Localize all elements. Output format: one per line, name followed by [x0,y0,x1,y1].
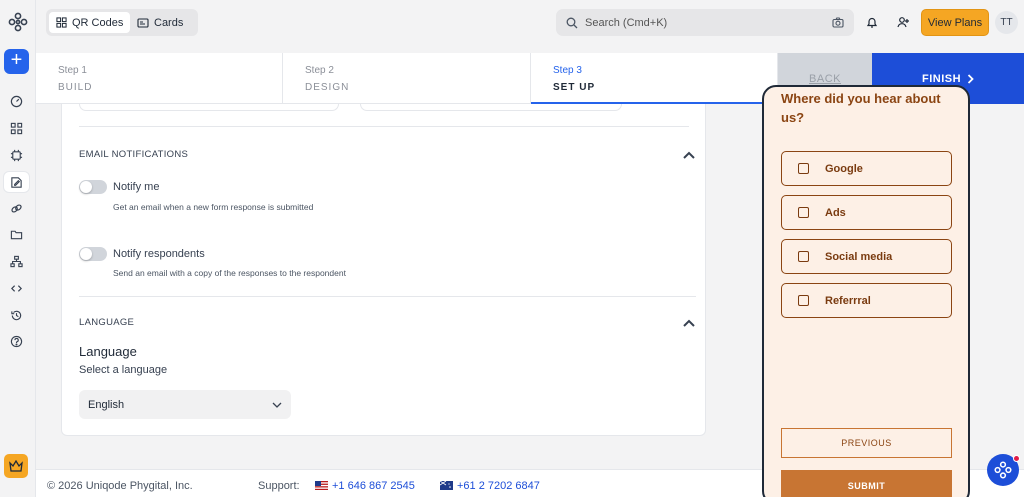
search-placeholder: Search (Cmd+K) [585,16,668,29]
notify-me-toggle[interactable] [79,180,107,194]
finish-label: FINISH [921,72,962,85]
chip-icon[interactable] [4,145,29,165]
input-stub [79,104,339,111]
step-title: DESIGN [305,82,350,93]
form-preview: Where did you hear about us? Google Ads … [762,85,970,497]
option-label: Social media [825,250,893,263]
checkbox[interactable] [798,251,809,262]
card-icon [137,17,149,28]
form-icon[interactable] [4,172,29,192]
notify-me-description: Get an email when a new form response is… [113,202,314,212]
tab-qr-codes-label: QR Codes [72,16,124,29]
phone-au: +61 2 7202 6847 [457,480,540,492]
au-flag-icon [440,481,453,490]
add-user-icon[interactable] [895,14,911,30]
crown-icon[interactable] [4,454,28,478]
history-icon[interactable] [4,305,29,325]
notify-me-label: Notify me [113,181,160,193]
support-au[interactable]: +61 2 7202 6847 [440,480,540,492]
option-social-media[interactable]: Social media [781,239,952,274]
option-ads[interactable]: Ads [781,195,952,230]
step-title: BUILD [58,82,93,93]
step-number: Step 2 [305,65,334,76]
chevron-up-icon[interactable] [683,319,695,327]
us-flag-icon [315,481,328,490]
option-referral[interactable]: Referrral [781,283,952,318]
option-google[interactable]: Google [781,151,952,186]
checkbox[interactable] [798,295,809,306]
support-label: Support: [258,480,300,492]
avatar[interactable]: TT [995,11,1018,34]
divider [79,296,696,297]
create-new-button[interactable]: + [4,49,29,74]
step-number: Step 1 [58,65,87,76]
notify-respondents-description: Send an email with a copy of the respons… [113,268,346,278]
search-input[interactable]: Search (Cmd+K) [556,9,854,36]
chevron-right-icon [967,73,974,84]
preview-question: Where did you hear about us? [781,91,941,125]
search-icon [566,17,578,28]
step-build[interactable]: Step 1 BUILD [36,53,283,104]
language-heading: Language [79,344,137,359]
email-notifications-title: EMAIL NOTIFICATIONS [79,149,189,160]
bell-icon[interactable] [864,14,880,30]
chevron-down-icon [272,402,282,408]
input-stub [360,104,622,111]
option-label: Google [825,162,863,175]
language-section-title: LANGUAGE [79,317,135,328]
language-select[interactable]: English [79,390,291,419]
tab-qr-codes[interactable]: QR Codes [49,12,131,33]
step-set-up[interactable]: Step 3 SET UP [531,53,778,104]
link-icon[interactable] [4,198,29,218]
language-selected-value: English [88,398,125,411]
step-title: SET UP [553,82,596,93]
notification-dot [1013,455,1020,462]
code-icon[interactable] [4,278,29,298]
notify-respondents-toggle[interactable] [79,247,107,261]
checkbox[interactable] [798,163,809,174]
option-label: Ads [825,206,846,219]
chevron-up-icon[interactable] [683,151,695,159]
tab-cards-label: Cards [154,16,184,29]
divider [79,126,689,127]
brand-logo-icon[interactable] [6,10,30,34]
tab-cards[interactable]: Cards [130,12,190,33]
submit-button[interactable]: SUBMIT [781,470,952,497]
sitemap-icon[interactable] [4,251,29,271]
language-subheading: Select a language [79,364,168,376]
left-rail: + [0,0,36,497]
phone-us: +1 646 867 2545 [332,480,415,492]
option-label: Referrral [825,294,871,307]
copyright: © 2026 Uniqode Phygital, Inc. [47,480,193,492]
brand-logo-icon [994,461,1012,479]
qr-grid-icon [56,17,67,28]
top-header: QR Codes Cards Search (Cmd+K) View Plans… [36,0,1024,44]
notify-respondents-label: Notify respondents [113,248,205,260]
previous-button[interactable]: PREVIOUS [781,428,952,458]
qr-grid-icon[interactable] [4,118,29,138]
dashboard-icon[interactable] [4,91,29,111]
step-number: Step 3 [553,65,582,76]
support-us[interactable]: +1 646 867 2545 [315,480,415,492]
folder-icon[interactable] [4,224,29,244]
help-icon[interactable] [4,331,29,351]
product-switcher: QR Codes Cards [46,9,198,36]
chat-widget-button[interactable] [987,454,1020,486]
step-design[interactable]: Step 2 DESIGN [283,53,531,104]
view-plans-button[interactable]: View Plans [921,9,989,36]
settings-card: EMAIL NOTIFICATIONS Notify me Get an ema… [61,104,706,436]
camera-icon[interactable] [832,17,844,28]
checkbox[interactable] [798,207,809,218]
